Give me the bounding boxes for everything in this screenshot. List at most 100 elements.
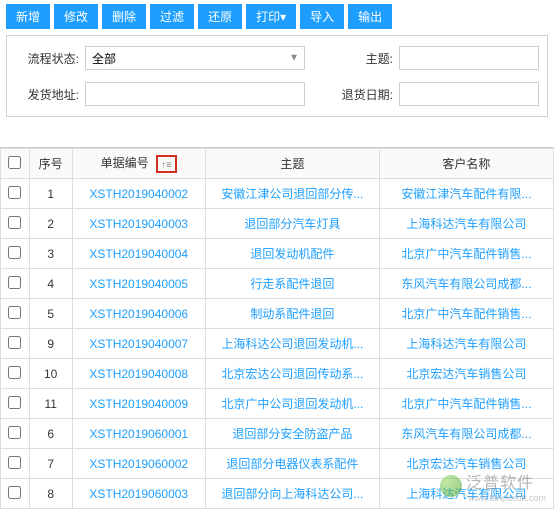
row-checkbox[interactable] <box>8 426 21 439</box>
row-seq: 2 <box>29 209 72 239</box>
row-checkbox-cell <box>1 329 30 359</box>
row-seq: 6 <box>29 419 72 449</box>
table-row: 3XSTH2019040004退回发动机配件北京广中汽车配件销售... <box>1 239 554 269</box>
row-subject[interactable]: 退回部分汽车灯具 <box>205 209 379 239</box>
sort-indicator-highlight: ↑≡ <box>156 155 177 173</box>
row-doc-no[interactable]: XSTH2019060003 <box>72 479 205 509</box>
row-checkbox[interactable] <box>8 216 21 229</box>
row-seq: 7 <box>29 449 72 479</box>
filter-button[interactable]: 过滤 <box>150 4 194 29</box>
row-subject[interactable]: 行走系配件退回 <box>205 269 379 299</box>
row-doc-no[interactable]: XSTH2019040009 <box>72 389 205 419</box>
row-seq: 10 <box>29 359 72 389</box>
row-doc-no[interactable]: XSTH2019040006 <box>72 299 205 329</box>
data-table: 序号 单据编号 ↑≡ 主题 客户名称 1XSTH2019040002安徽江津公司… <box>0 148 554 509</box>
status-label: 流程状态: <box>15 50 85 67</box>
row-seq: 1 <box>29 179 72 209</box>
return-date-input[interactable] <box>399 82 539 106</box>
row-doc-no[interactable]: XSTH2019040008 <box>72 359 205 389</box>
row-customer[interactable]: 北京广中汽车配件销售... <box>379 389 553 419</box>
import-button[interactable]: 导入 <box>300 4 344 29</box>
header-checkbox-cell <box>1 149 30 179</box>
row-checkbox-cell <box>1 299 30 329</box>
header-customer[interactable]: 客户名称 <box>379 149 553 179</box>
row-checkbox[interactable] <box>8 486 21 499</box>
row-checkbox-cell <box>1 179 30 209</box>
row-checkbox-cell <box>1 449 30 479</box>
row-doc-no[interactable]: XSTH2019060002 <box>72 449 205 479</box>
table-row: 11XSTH2019040009北京广中公司退回发动机...北京广中汽车配件销售… <box>1 389 554 419</box>
row-checkbox-cell <box>1 419 30 449</box>
table-row: 10XSTH2019040008北京宏达公司退回传动系...北京宏达汽车销售公司 <box>1 359 554 389</box>
row-customer[interactable]: 安徽江津汽车配件有限... <box>379 179 553 209</box>
row-doc-no[interactable]: XSTH2019040003 <box>72 209 205 239</box>
restore-button[interactable]: 还原 <box>198 4 242 29</box>
toolbar: 新增修改删除过滤还原打印▾导入输出 <box>0 0 554 33</box>
row-checkbox-cell <box>1 239 30 269</box>
row-seq: 5 <box>29 299 72 329</box>
row-customer[interactable]: 东风汽车有限公司成都... <box>379 419 553 449</box>
print-button[interactable]: 打印▾ <box>246 4 296 29</box>
new-button[interactable]: 新增 <box>6 4 50 29</box>
row-checkbox[interactable] <box>8 246 21 259</box>
status-input[interactable] <box>85 46 305 70</box>
header-seq[interactable]: 序号 <box>29 149 72 179</box>
row-subject[interactable]: 北京宏达公司退回传动系... <box>205 359 379 389</box>
row-subject[interactable]: 退回发动机配件 <box>205 239 379 269</box>
row-customer[interactable]: 北京广中汽车配件销售... <box>379 299 553 329</box>
edit-button[interactable]: 修改 <box>54 4 98 29</box>
row-customer[interactable]: 北京宏达汽车销售公司 <box>379 359 553 389</box>
ship-addr-input[interactable] <box>85 82 305 106</box>
row-subject[interactable]: 退回部分电器仪表系配件 <box>205 449 379 479</box>
sort-asc-icon: ↑≡ <box>161 160 172 171</box>
row-subject[interactable]: 上海科达公司退回发动机... <box>205 329 379 359</box>
table-row: 2XSTH2019040003退回部分汽车灯具上海科达汽车有限公司 <box>1 209 554 239</box>
row-subject[interactable]: 退回部分向上海科达公司... <box>205 479 379 509</box>
row-checkbox[interactable] <box>8 366 21 379</box>
row-doc-no[interactable]: XSTH2019060001 <box>72 419 205 449</box>
row-customer[interactable]: 东风汽车有限公司成都... <box>379 269 553 299</box>
row-subject[interactable]: 安徽江津公司退回部分传... <box>205 179 379 209</box>
row-doc-no[interactable]: XSTH2019040004 <box>72 239 205 269</box>
return-date-label: 退货日期: <box>329 86 399 103</box>
header-doc-no-label: 单据编号 <box>101 156 149 170</box>
row-seq: 3 <box>29 239 72 269</box>
row-subject[interactable]: 北京广中公司退回发动机... <box>205 389 379 419</box>
export-button[interactable]: 输出 <box>348 4 392 29</box>
ship-addr-label: 发货地址: <box>15 86 85 103</box>
row-customer[interactable]: 上海科达汽车有限公司 <box>379 209 553 239</box>
row-checkbox[interactable] <box>8 396 21 409</box>
data-table-wrap: 序号 单据编号 ↑≡ 主题 客户名称 1XSTH2019040002安徽江津公司… <box>0 147 554 509</box>
filter-panel: 流程状态: ▼ 主题: 发货地址: 退货日期: <box>6 35 548 117</box>
delete-button[interactable]: 删除 <box>102 4 146 29</box>
row-subject[interactable]: 制动系配件退回 <box>205 299 379 329</box>
table-row: 9XSTH2019040007上海科达公司退回发动机...上海科达汽车有限公司 <box>1 329 554 359</box>
table-row: 6XSTH2019060001退回部分安全防盗产品东风汽车有限公司成都... <box>1 419 554 449</box>
subject-label: 主题: <box>329 50 399 67</box>
header-subject[interactable]: 主题 <box>205 149 379 179</box>
row-subject[interactable]: 退回部分安全防盗产品 <box>205 419 379 449</box>
table-row: 4XSTH2019040005行走系配件退回东风汽车有限公司成都... <box>1 269 554 299</box>
row-checkbox-cell <box>1 479 30 509</box>
row-checkbox[interactable] <box>8 456 21 469</box>
row-customer[interactable]: 上海科达汽车有限公司 <box>379 329 553 359</box>
select-all-checkbox[interactable] <box>8 156 21 169</box>
status-select[interactable]: ▼ <box>85 46 305 70</box>
row-doc-no[interactable]: XSTH2019040002 <box>72 179 205 209</box>
row-seq: 4 <box>29 269 72 299</box>
row-customer[interactable]: 北京广中汽车配件销售... <box>379 239 553 269</box>
row-checkbox[interactable] <box>8 306 21 319</box>
row-customer[interactable]: 上海科达汽车有限公司 <box>379 479 553 509</box>
row-seq: 11 <box>29 389 72 419</box>
row-checkbox-cell <box>1 359 30 389</box>
row-doc-no[interactable]: XSTH2019040005 <box>72 269 205 299</box>
row-checkbox[interactable] <box>8 336 21 349</box>
row-seq: 9 <box>29 329 72 359</box>
row-checkbox[interactable] <box>8 276 21 289</box>
subject-input[interactable] <box>399 46 539 70</box>
header-doc-no[interactable]: 单据编号 ↑≡ <box>72 149 205 179</box>
row-checkbox[interactable] <box>8 186 21 199</box>
table-row: 8XSTH2019060003退回部分向上海科达公司...上海科达汽车有限公司 <box>1 479 554 509</box>
row-customer[interactable]: 北京宏达汽车销售公司 <box>379 449 553 479</box>
row-doc-no[interactable]: XSTH2019040007 <box>72 329 205 359</box>
